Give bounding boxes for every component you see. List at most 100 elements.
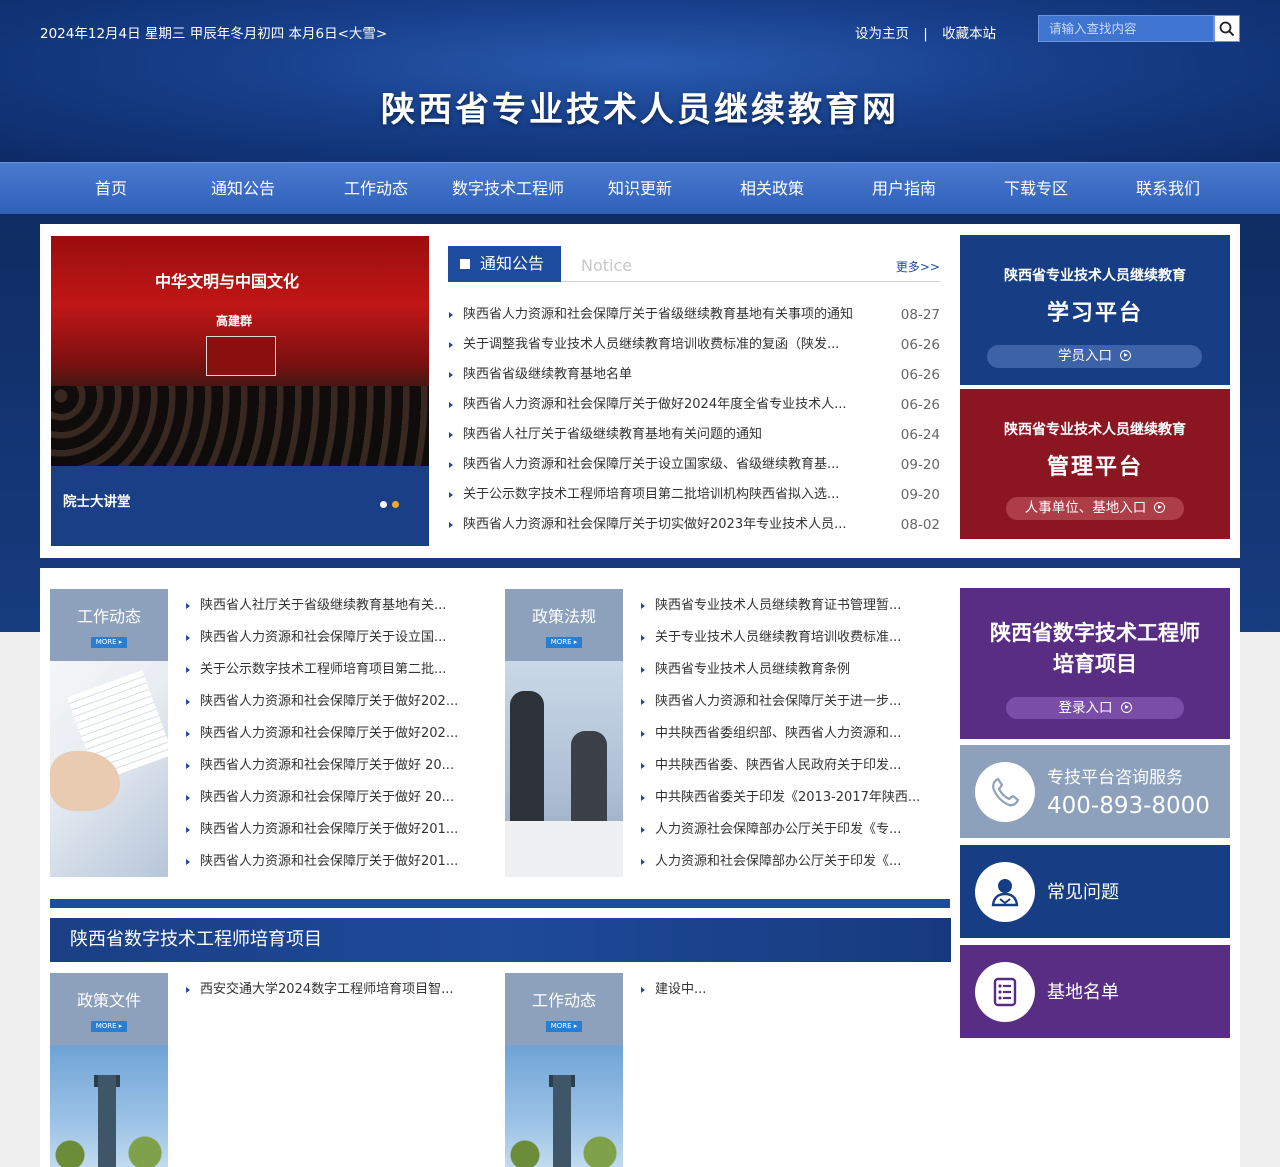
notice-date: 08-02: [900, 517, 940, 533]
list-item[interactable]: 中共陕西省委、陕西省人民政府关于印发...: [640, 750, 940, 782]
list-item[interactable]: 陕西省人力资源和社会保障厅关于做好202...: [185, 686, 485, 718]
list-item[interactable]: 陕西省省级继续教育基地名单 06-26: [448, 360, 940, 390]
list-item[interactable]: 陕西省人力资源和社会保障厅关于做好201...: [185, 814, 485, 846]
list-item[interactable]: 建设中...: [640, 974, 940, 1006]
list-item[interactable]: 陕西省人力资源和社会保障厅关于省级继续教育基地有关事项的通知 08-27: [448, 300, 940, 330]
digital-section-header: 陕西省数字技术工程师培育项目: [50, 918, 951, 962]
notice-title[interactable]: 陕西省人力资源和社会保障厅关于切实做好2023年专业技术人员...: [463, 510, 883, 540]
unit-base-entry-label: 人事单位、基地入口: [1024, 500, 1147, 516]
list-item[interactable]: 关于调整我省专业技术人员继续教育培训收费标准的复函（陕发... 06-26: [448, 330, 940, 360]
unit-base-entry-button[interactable]: 人事单位、基地入口: [1006, 497, 1184, 520]
set-home-link[interactable]: 设为主页: [855, 26, 909, 42]
manage-platform-card[interactable]: 陕西省专业技术人员继续教育 管理平台 人事单位、基地入口: [960, 389, 1230, 539]
list-item[interactable]: 中共陕西省委关于印发《2013-2017年陕西...: [640, 782, 940, 814]
list-item[interactable]: 陕西省人社厅关于省级继续教育基地有关...: [185, 590, 485, 622]
hotline-card[interactable]: 专技平台咨询服务 400-893-8000: [960, 745, 1230, 838]
policy-more-button[interactable]: MORE ▸: [546, 637, 582, 648]
policy-files-list: 西安交通大学2024数字工程师培育项目智...: [185, 974, 485, 1006]
policy-label: 政策法规: [531, 607, 596, 626]
nav-user-guide[interactable]: 用户指南: [872, 163, 936, 215]
nav-contact[interactable]: 联系我们: [1136, 163, 1200, 215]
nav-downloads[interactable]: 下载专区: [1004, 163, 1068, 215]
notice-title[interactable]: 陕西省人力资源和社会保障厅关于设立国家级、省级继续教育基...: [463, 450, 883, 480]
nav-policies[interactable]: 相关政策: [740, 163, 804, 215]
list-item[interactable]: 陕西省人力资源和社会保障厅关于做好202...: [185, 718, 485, 750]
notice-date: 06-26: [900, 397, 940, 413]
notice-more-link[interactable]: 更多>>: [896, 258, 940, 275]
list-item[interactable]: 关于公示数字技术工程师培育项目第二批培训机构陕西省拟入选... 09-20: [448, 480, 940, 510]
digital-work-label-box: 工作动态 MORE ▸: [505, 973, 623, 1045]
policy-label-box: 政策法规 MORE ▸: [505, 589, 623, 661]
digital-login-button[interactable]: 登录入口: [1006, 697, 1184, 719]
policy-image: [505, 661, 623, 877]
notice-title[interactable]: 陕西省人力资源和社会保障厅关于做好2024年度全省专业技术人...: [463, 390, 883, 420]
list-item[interactable]: 陕西省人力资源和社会保障厅关于做好2024年度全省专业技术人... 06-26: [448, 390, 940, 420]
slider-dots: [380, 496, 404, 512]
list-item[interactable]: 陕西省人力资源和社会保障厅关于设立国...: [185, 622, 485, 654]
notice-title[interactable]: 关于调整我省专业技术人员继续教育培训收费标准的复函（陕发...: [463, 330, 883, 360]
notice-title[interactable]: 陕西省人社厅关于省级继续教育基地有关问题的通知: [463, 420, 883, 450]
list-item[interactable]: 陕西省专业技术人员继续教育证书管理暂...: [640, 590, 940, 622]
work-news-label: 工作动态: [76, 607, 141, 626]
slider-dot[interactable]: [380, 501, 387, 508]
hotline-label: 专技平台咨询服务: [1047, 768, 1183, 788]
nav-home[interactable]: 首页: [95, 163, 127, 215]
play-circle-icon: [1120, 350, 1131, 361]
digital-engineer-title: 陕西省数字技术工程师 培育项目: [960, 618, 1230, 680]
digital-work-label: 工作动态: [531, 991, 596, 1010]
study-platform-card[interactable]: 陕西省专业技术人员继续教育 学习平台 学员入口: [960, 235, 1230, 385]
base-list-card[interactable]: 基地名单: [960, 945, 1230, 1038]
student-entry-button[interactable]: 学员入口: [987, 345, 1202, 368]
notice-date: 09-20: [900, 457, 940, 473]
list-item[interactable]: 关于专业技术人员继续教育培训收费标准...: [640, 622, 940, 654]
slide-image[interactable]: 中华文明与中国文化 高建群: [51, 236, 429, 466]
list-item[interactable]: 陕西省专业技术人员继续教育条例: [640, 654, 940, 686]
list-item[interactable]: 人力资源和社会保障部办公厅关于印发《...: [640, 846, 940, 878]
notice-title[interactable]: 陕西省人力资源和社会保障厅关于省级继续教育基地有关事项的通知: [463, 300, 883, 330]
search-button[interactable]: [1214, 15, 1240, 42]
nav-notices[interactable]: 通知公告: [211, 163, 275, 215]
policy-files-label: 政策文件: [76, 991, 141, 1010]
nav-digital-engineer[interactable]: 数字技术工程师: [452, 163, 564, 215]
digital-work-more-button[interactable]: MORE ▸: [546, 1021, 582, 1032]
digital-engineer-title-line2: 培育项目: [1053, 652, 1137, 676]
search-input[interactable]: [1038, 15, 1214, 42]
list-item[interactable]: 陕西省人力资源和社会保障厅关于切实做好2023年专业技术人员... 08-02: [448, 510, 940, 540]
list-item[interactable]: 陕西省人力资源和社会保障厅关于设立国家级、省级继续教育基... 09-20: [448, 450, 940, 480]
work-news-image: [50, 661, 168, 877]
site-title: 陕西省专业技术人员继续教育网: [381, 90, 899, 130]
base-list-label: 基地名单: [1047, 982, 1119, 1003]
list-item[interactable]: 西安交通大学2024数字工程师培育项目智...: [185, 974, 485, 1006]
top-content-panel: 中华文明与中国文化 高建群 院士大讲堂 通知公告 Notice 更多>> 陕西省…: [40, 224, 1240, 558]
notice-tab[interactable]: 通知公告: [448, 246, 561, 282]
faq-card[interactable]: 常见问题: [960, 845, 1230, 938]
notice-title[interactable]: 陕西省省级继续教育基地名单: [463, 360, 883, 390]
date-display: 2024年12月4日 星期三 甲辰年冬月初四 本月6日<大雪>: [40, 26, 388, 42]
digital-engineer-card[interactable]: 陕西省数字技术工程师 培育项目 登录入口: [960, 588, 1230, 739]
search-icon: [1219, 21, 1235, 36]
hotline-number[interactable]: 400-893-8000: [1047, 793, 1210, 819]
policy-files-more-button[interactable]: MORE ▸: [91, 1021, 127, 1032]
slider-dot-active[interactable]: [392, 501, 399, 508]
phone-icon: [992, 777, 1020, 807]
list-item[interactable]: 陕西省人力资源和社会保障厅关于进一步...: [640, 686, 940, 718]
image-slider[interactable]: 中华文明与中国文化 高建群 院士大讲堂: [51, 236, 429, 546]
list-item[interactable]: 陕西省人力资源和社会保障厅关于做好 20...: [185, 750, 485, 782]
notice-box: 通知公告 Notice 更多>> 陕西省人力资源和社会保障厅关于省级继续教育基地…: [448, 244, 940, 548]
list-item[interactable]: 陕西省人力资源和社会保障厅关于做好 20...: [185, 782, 485, 814]
slide-caption[interactable]: 院士大讲堂: [63, 490, 131, 510]
notice-date: 09-20: [900, 487, 940, 503]
list-item[interactable]: 中共陕西省委组织部、陕西省人力资源和...: [640, 718, 940, 750]
work-news-more-button[interactable]: MORE ▸: [91, 637, 127, 648]
list-item[interactable]: 关于公示数字技术工程师培育项目第二批...: [185, 654, 485, 686]
nav-work-news[interactable]: 工作动态: [344, 163, 408, 215]
nav-knowledge-update[interactable]: 知识更新: [608, 163, 672, 215]
list-item[interactable]: 陕西省人社厅关于省级继续教育基地有关问题的通知 06-24: [448, 420, 940, 450]
top-links: 设为主页 | 收藏本站: [855, 22, 996, 42]
study-platform-subtitle: 陕西省专业技术人员继续教育: [1004, 268, 1186, 284]
policy-files-label-box: 政策文件 MORE ▸: [50, 973, 168, 1045]
bookmark-link[interactable]: 收藏本站: [942, 26, 996, 42]
list-item[interactable]: 人力资源社会保障部办公厅关于印发《专...: [640, 814, 940, 846]
notice-title[interactable]: 关于公示数字技术工程师培育项目第二批培训机构陕西省拟入选...: [463, 480, 883, 510]
list-item[interactable]: 陕西省人力资源和社会保障厅关于做好201...: [185, 846, 485, 878]
